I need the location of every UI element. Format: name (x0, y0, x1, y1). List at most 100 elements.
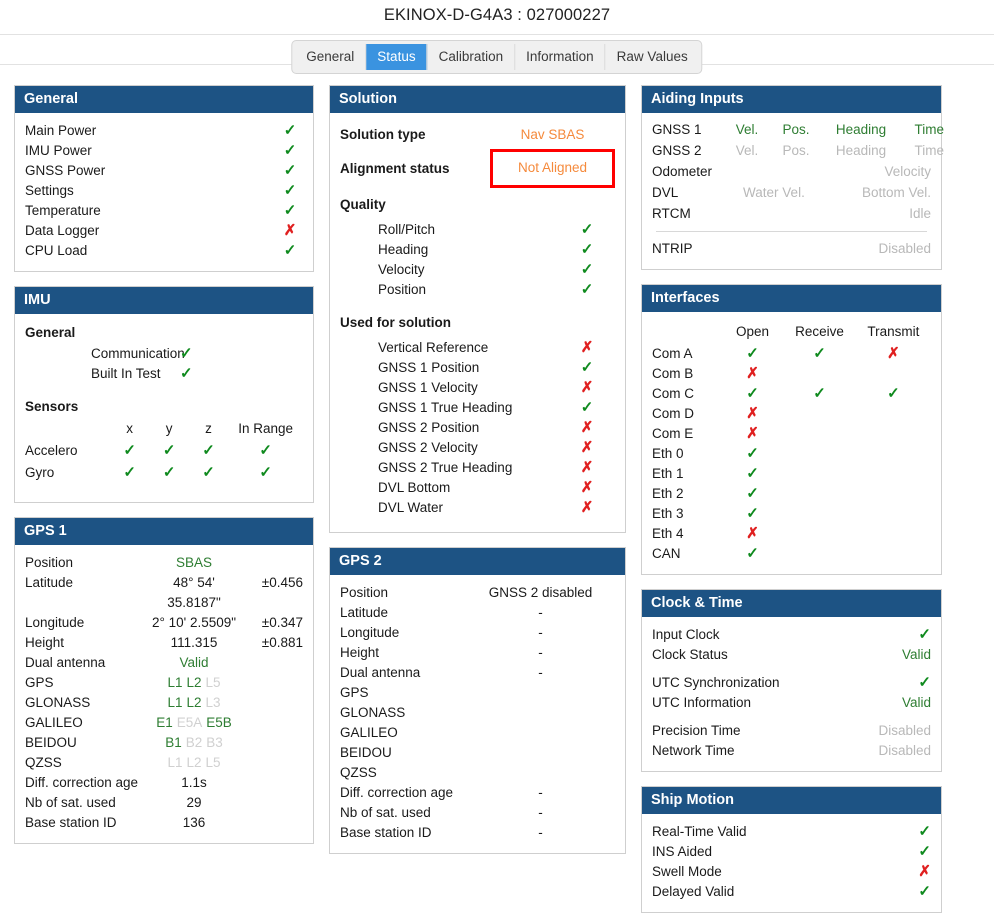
interfaces-row-open: ✓ (722, 484, 783, 504)
tab-status[interactable]: Status (366, 44, 428, 70)
used-for-solution-label: DVL Bottom (378, 480, 451, 495)
gps2-row: Diff. correction age - (340, 783, 615, 803)
gps1-row: Latitude 48° 54' 35.8187" ±0.456 (25, 573, 303, 613)
gps1-row-value: 136 (182, 815, 206, 830)
aiding-gnss2-time: Time (914, 143, 945, 158)
tab-raw-values[interactable]: Raw Values (606, 44, 699, 70)
gps1-band: E5B (206, 715, 232, 730)
quality-heading: Quality (340, 197, 386, 212)
ship-motion-panel-body: Real-Time Valid ✓ INS Aided ✓ Swell Mode… (642, 814, 941, 912)
general-panel: General Main Power ✓ IMU Power ✓ GNSS Po… (14, 85, 314, 272)
interfaces-row-receive (783, 404, 856, 424)
interfaces-row-receive (783, 504, 856, 524)
precision-time-label: Precision Time (652, 723, 741, 738)
interfaces-header-receive: Receive (795, 324, 844, 339)
alignment-status-label: Alignment status (340, 160, 450, 176)
used-for-solution-label: GNSS 2 Velocity (378, 440, 478, 455)
gps1-row-error: ±0.456 (261, 575, 303, 590)
gps2-row: Dual antenna - (340, 663, 615, 683)
clock-time-panel-title: Clock & Time (642, 590, 941, 617)
general-item-row: GNSS Power ✓ (25, 161, 303, 181)
cross-icon: ✗ (746, 425, 759, 442)
gps2-row: Nb of sat. used - (340, 803, 615, 823)
alignment-status-row: Alignment status Not Aligned (340, 149, 615, 188)
gps2-row-value: - (538, 805, 543, 820)
column-left: General Main Power ✓ IMU Power ✓ GNSS Po… (14, 85, 314, 844)
used-for-solution-status: ✗ (559, 418, 615, 438)
gps1-panel-body: Position SBAS Latitude 48° 54' 35.8187" … (15, 545, 313, 843)
gps1-band: L1 (167, 675, 183, 690)
interfaces-row-transmit (856, 484, 931, 504)
imu-sensor-z: ✓ (189, 440, 228, 462)
tab-general[interactable]: General (295, 44, 367, 70)
general-item-status: ✓ (277, 241, 303, 261)
used-for-solution-row: DVL Bottom ✗ (340, 478, 615, 498)
cross-icon: ✗ (887, 345, 900, 362)
imu-sensor-row: Accelero ✓ ✓ ✓ ✓ (25, 440, 303, 462)
imu-general-row: Built In Test ✓ (25, 364, 303, 384)
cross-icon: ✗ (746, 365, 759, 382)
cross-icon: ✗ (580, 339, 594, 356)
ship-motion-label: INS Aided (652, 844, 713, 859)
used-for-solution-label: GNSS 2 True Heading (378, 460, 513, 475)
interfaces-row-open: ✗ (722, 524, 783, 544)
gps1-band: L2 (186, 695, 202, 710)
network-time-label: Network Time (652, 743, 735, 758)
quality-row: Position ✓ (340, 280, 615, 300)
gps1-constellation-label: QZSS (25, 755, 62, 770)
interfaces-row-receive: ✓ (783, 384, 856, 404)
tab-calibration[interactable]: Calibration (428, 44, 516, 70)
imu-sensor-header-in-range: In Range (238, 421, 294, 436)
cross-icon: ✗ (918, 863, 931, 880)
gps2-row-label: Longitude (340, 625, 400, 640)
used-for-solution-list: Vertical Reference ✗ GNSS 1 Position ✓ G… (340, 338, 615, 518)
interfaces-row: Eth 0 ✓ (652, 444, 931, 464)
aiding-ntrip-value: Disabled (878, 241, 931, 256)
imu-sensor-row: Gyro ✓ ✓ ✓ ✓ (25, 462, 303, 484)
used-for-solution-status: ✗ (559, 378, 615, 398)
interfaces-row-open: ✗ (722, 424, 783, 444)
used-for-solution-status: ✗ (559, 478, 615, 498)
interfaces-panel-title: Interfaces (642, 285, 941, 312)
interfaces-panel-body: Open Receive Transmit Com A ✓ ✓ ✗ Com B … (642, 312, 941, 574)
gps2-row-value: - (538, 605, 543, 620)
gps1-row-label: Height (25, 635, 65, 650)
quality-label: Roll/Pitch (378, 222, 436, 237)
clock-status-row: Clock Status Valid (652, 645, 931, 665)
utc-info-row: UTC Information Valid (652, 693, 931, 713)
interfaces-row-name: CAN (652, 546, 681, 561)
cross-icon: ✗ (746, 405, 759, 422)
gps1-constellation-bands: L1 L2 L5 (147, 753, 241, 773)
general-item-status: ✓ (277, 161, 303, 181)
gps1-band: B1 (165, 735, 182, 750)
gps1-constellation-label: GPS (25, 675, 54, 690)
aiding-rtcm-value: Idle (909, 206, 931, 221)
status-columns: General Main Power ✓ IMU Power ✓ GNSS Po… (0, 79, 994, 913)
check-icon: ✓ (162, 442, 176, 459)
used-for-solution-row: Vertical Reference ✗ (340, 338, 615, 358)
ship-motion-label: Delayed Valid (652, 884, 735, 899)
clock-status-value: Valid (901, 647, 931, 662)
aiding-inputs-panel: Aiding Inputs GNSS 1 Vel. Pos. Heading T… (641, 85, 945, 270)
interfaces-row-transmit (856, 444, 931, 464)
gps1-constellation-bands: L1 L2 L5 (147, 673, 241, 693)
interfaces-row: Eth 4 ✗ (652, 524, 931, 544)
used-for-solution-row: GNSS 1 Position ✓ (340, 358, 615, 378)
check-icon: ✓ (202, 442, 215, 459)
gps1-row-label: Latitude (25, 575, 74, 590)
aiding-ntrip-label: NTRIP (652, 241, 693, 256)
interfaces-header-transmit: Transmit (867, 324, 920, 339)
gps1-row-value: Valid (179, 655, 209, 670)
imu-panel-title: IMU (15, 287, 313, 314)
quality-label: Velocity (378, 262, 425, 277)
check-icon: ✓ (580, 399, 594, 416)
used-for-solution-label: GNSS 1 Position (378, 360, 480, 375)
tab-bar-container: General Status Calibration Information Raw V… (0, 35, 994, 79)
aiding-divider (656, 231, 927, 232)
used-for-solution-label: GNSS 1 Velocity (378, 380, 478, 395)
interfaces-row-transmit (856, 424, 931, 444)
tab-information[interactable]: Information (515, 44, 606, 70)
gps1-row-error: ±0.347 (261, 615, 303, 630)
interfaces-row-receive (783, 444, 856, 464)
used-for-solution-row: GNSS 2 True Heading ✗ (340, 458, 615, 478)
